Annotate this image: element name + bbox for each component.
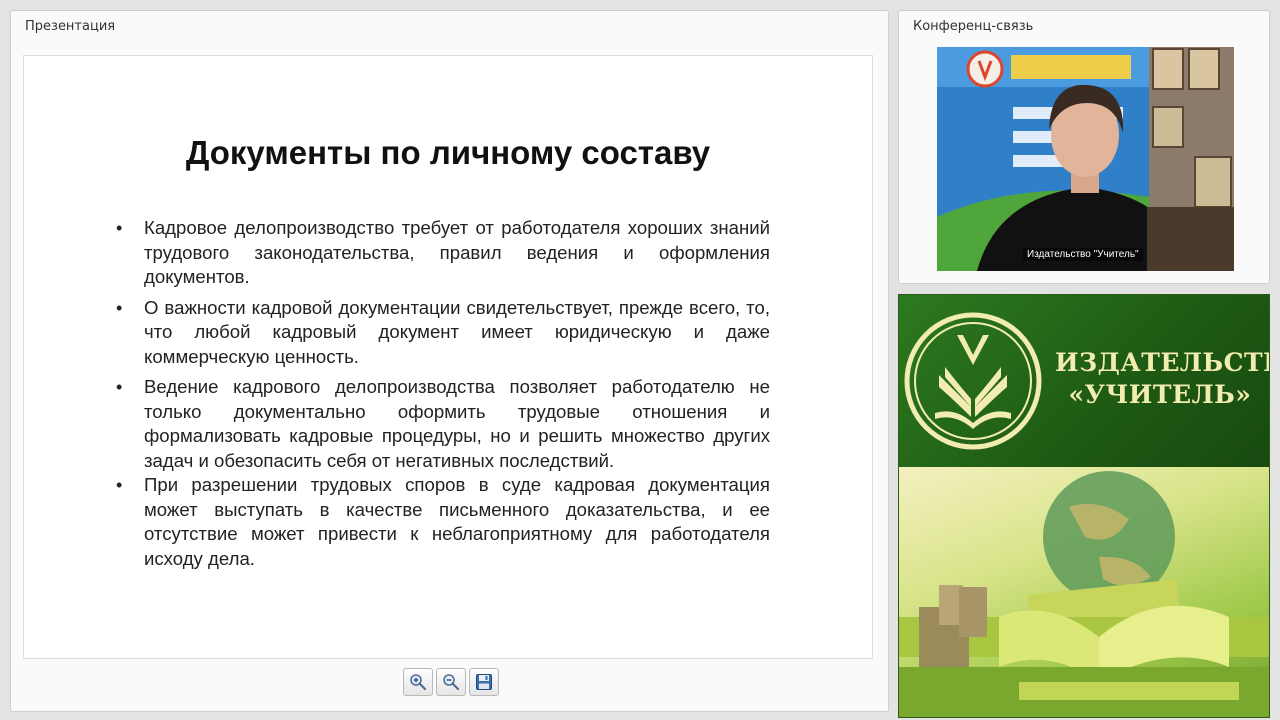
slide-toolbar xyxy=(403,668,499,698)
video-feed[interactable]: Издательство "Учитель" xyxy=(937,47,1234,271)
slide-bullet-list: Кадровое делопроизводство требует от раб… xyxy=(116,216,770,577)
zoom-out-icon xyxy=(443,674,460,691)
presentation-panel: Презентация Документы по личному составу… xyxy=(10,10,889,712)
slide-bullet: Кадровое делопроизводство требует от раб… xyxy=(116,216,770,290)
slide-bullet: При разрешении трудовых споров в суде ка… xyxy=(116,473,770,571)
conference-panel-title: Конференц-связь xyxy=(913,19,1034,34)
zoom-in-button[interactable] xyxy=(403,668,433,696)
floppy-disk-icon xyxy=(476,674,492,690)
books-globe-illustration xyxy=(899,471,1269,717)
logo-banner: ИЗДАТЕЛЬСТВО «УЧИТЕЛЬ» xyxy=(899,295,1269,467)
presentation-panel-title: Презентация xyxy=(25,19,116,34)
video-frame-image xyxy=(937,47,1234,271)
publisher-emblem-icon xyxy=(904,312,1042,450)
publisher-logo-panel: ИЗДАТЕЛЬСТВО «УЧИТЕЛЬ» xyxy=(898,294,1270,718)
zoom-in-icon xyxy=(410,674,427,691)
slide-title: Документы по личному составу xyxy=(185,134,711,171)
slide-bullet: О важности кадровой документации свидете… xyxy=(116,296,770,370)
slide-bullet: Ведение кадрового делопроизводства позво… xyxy=(116,375,770,473)
slide: Документы по личному составу Кадровое де… xyxy=(23,55,873,659)
conference-panel: Конференц-связь Издательство "Учитель" xyxy=(898,10,1270,284)
video-caption: Издательство "Учитель" xyxy=(1023,248,1143,261)
save-button[interactable] xyxy=(469,668,499,696)
publisher-name-line1: ИЗДАТЕЛЬСТВО xyxy=(1055,348,1269,377)
zoom-out-button[interactable] xyxy=(436,668,466,696)
publisher-name-line2: «УЧИТЕЛЬ» xyxy=(1068,380,1252,409)
publisher-name: ИЗДАТЕЛЬСТВО «УЧИТЕЛЬ» xyxy=(1055,347,1269,411)
books-globe-image xyxy=(899,467,1269,717)
